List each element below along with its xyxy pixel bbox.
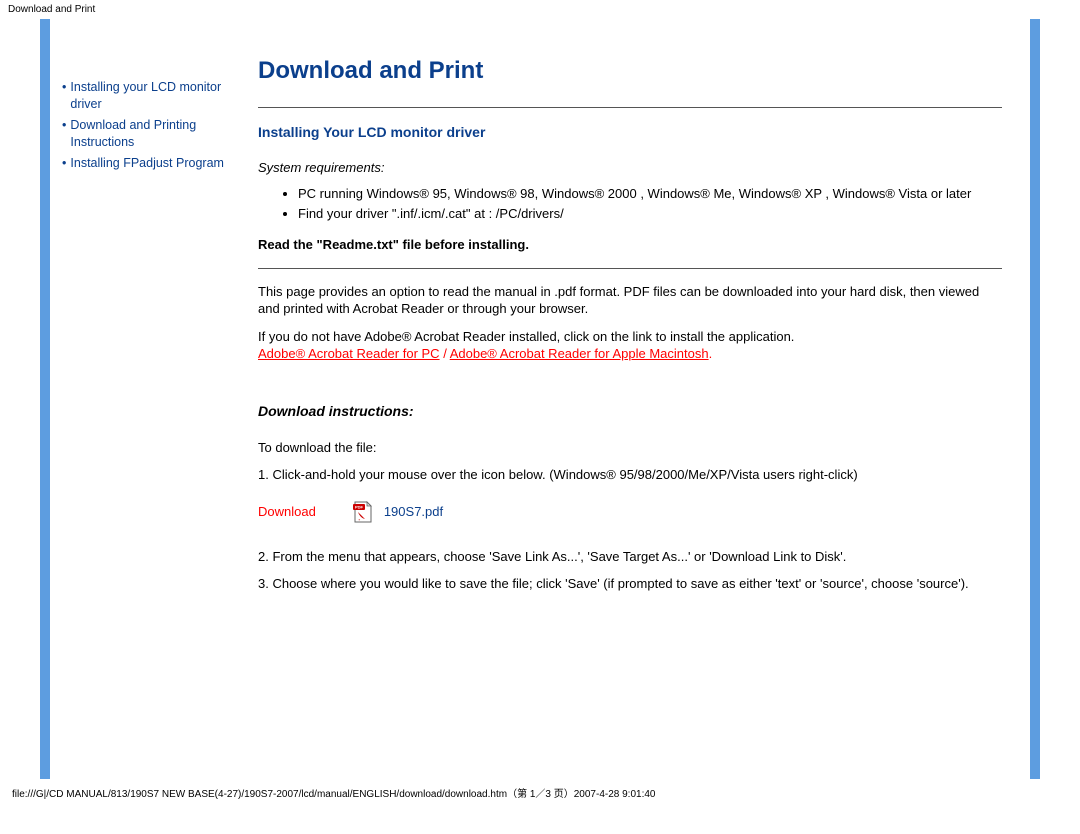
sysreq-label: System requirements:	[258, 160, 1002, 175]
download-row: Download PDF 190S7.pdf	[258, 500, 1002, 524]
sidebar-item-fpadjust[interactable]: • Installing FPadjust Program	[62, 155, 238, 172]
sidebar: • Installing your LCD monitor driver • D…	[50, 19, 248, 779]
pdf-icon[interactable]: PDF	[352, 500, 374, 524]
svg-text:PDF: PDF	[355, 504, 364, 509]
page-frame: • Installing your LCD monitor driver • D…	[40, 19, 1040, 779]
paragraph-acrobat: If you do not have Adobe® Acrobat Reader…	[258, 328, 1002, 363]
to-download-label: To download the file:	[258, 439, 1002, 457]
list-item: PC running Windows® 95, Windows® 98, Win…	[298, 185, 1002, 203]
bullet-icon: •	[62, 117, 66, 134]
step-2: 2. From the menu that appears, choose 'S…	[258, 548, 1002, 566]
page-title: Download and Print	[258, 57, 1002, 85]
text: If you do not have Adobe® Acrobat Reader…	[258, 329, 794, 344]
pdf-file-link[interactable]: 190S7.pdf	[384, 504, 443, 519]
text-sep: /	[440, 346, 450, 361]
left-blue-bar	[40, 19, 50, 779]
step-3: 3. Choose where you would like to save t…	[258, 575, 1002, 593]
top-label: Download and Print	[0, 0, 1080, 19]
divider	[258, 268, 1002, 269]
download-label: Download	[258, 504, 316, 519]
footer-path: file:///G|/CD MANUAL/813/190S7 NEW BASE(…	[0, 779, 1080, 800]
acrobat-pc-link[interactable]: Adobe® Acrobat Reader for PC	[258, 346, 440, 361]
main-content: Download and Print Installing Your LCD m…	[248, 19, 1030, 779]
step-1: 1. Click-and-hold your mouse over the ic…	[258, 466, 1002, 484]
bullet-icon: •	[62, 155, 66, 172]
sidebar-item-install-driver[interactable]: • Installing your LCD monitor driver	[62, 79, 238, 113]
readme-warning: Read the "Readme.txt" file before instal…	[258, 236, 1002, 254]
divider	[258, 107, 1002, 108]
sidebar-item-download-print[interactable]: • Download and Printing Instructions	[62, 117, 238, 151]
bullet-icon: •	[62, 79, 66, 96]
sidebar-link[interactable]: Installing FPadjust Program	[70, 155, 224, 172]
paragraph: This page provides an option to read the…	[258, 283, 1002, 318]
sysreq-list: PC running Windows® 95, Windows® 98, Win…	[258, 185, 1002, 222]
sidebar-link[interactable]: Installing your LCD monitor driver	[70, 79, 238, 113]
list-item: Find your driver ".inf/.icm/.cat" at : /…	[298, 205, 1002, 223]
download-instructions-heading: Download instructions:	[258, 403, 1002, 419]
right-blue-bar	[1030, 19, 1040, 779]
acrobat-mac-link[interactable]: Adobe® Acrobat Reader for Apple Macintos…	[450, 346, 709, 361]
sidebar-link[interactable]: Download and Printing Instructions	[70, 117, 238, 151]
text-end: .	[709, 346, 713, 361]
section-heading-install: Installing Your LCD monitor driver	[258, 124, 1002, 140]
